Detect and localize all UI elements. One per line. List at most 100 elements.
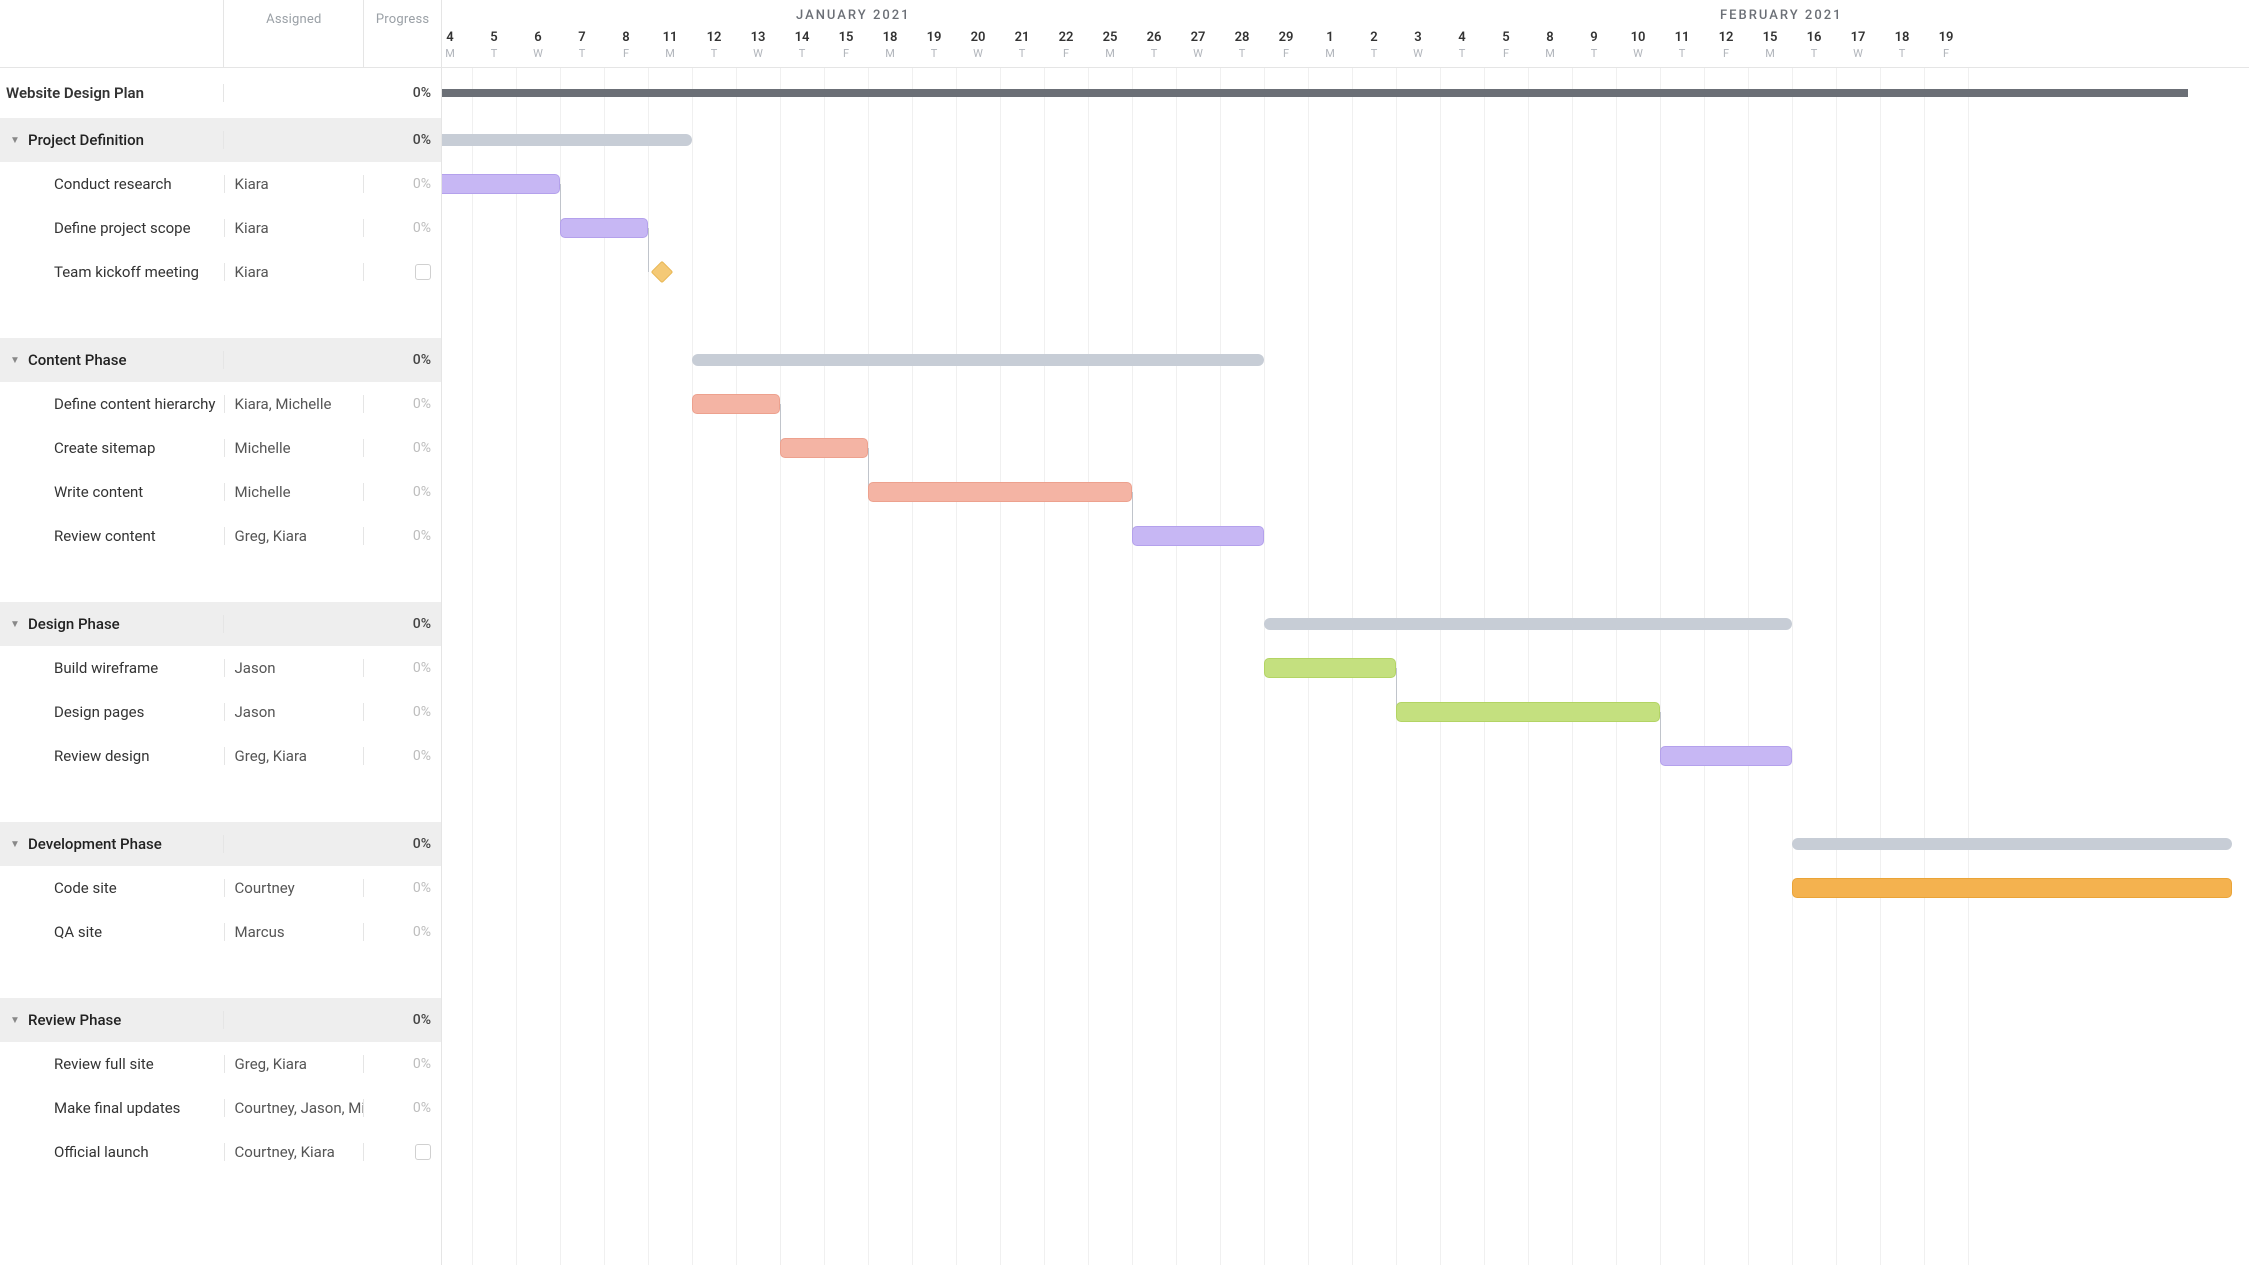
progress-cell[interactable]: 0% xyxy=(364,528,441,544)
day-of-week: W xyxy=(736,47,780,60)
progress-cell[interactable] xyxy=(364,264,441,280)
progress-cell[interactable]: 0% xyxy=(364,880,441,896)
chevron-down-icon[interactable]: ▼ xyxy=(6,135,24,146)
progress-cell[interactable]: 0% xyxy=(364,1056,441,1072)
task-bar[interactable] xyxy=(1792,878,2232,898)
progress-cell[interactable]: 0% xyxy=(364,660,441,676)
task-bar[interactable] xyxy=(692,394,780,414)
day-number: 21 xyxy=(1000,30,1044,45)
spacer-row xyxy=(0,954,441,998)
task-bar[interactable] xyxy=(1660,746,1792,766)
assigned-cell[interactable]: Marcus xyxy=(225,923,365,941)
assigned-cell[interactable]: Michelle xyxy=(225,483,365,501)
assigned-cell[interactable]: Courtney xyxy=(225,879,365,897)
task-title: Make final updates xyxy=(54,1099,180,1117)
task-row[interactable]: Build wireframeJason0% xyxy=(0,646,441,690)
assigned-cell[interactable]: Jason xyxy=(225,659,365,677)
chevron-down-icon[interactable]: ▼ xyxy=(6,1015,24,1026)
task-row[interactable]: Review content Greg, Kiara0% xyxy=(0,514,441,558)
timeline-panel[interactable]: JANUARY 2021FEBRUARY 2021 4M5T6W7T8F11M1… xyxy=(442,0,2249,1265)
day-col: 18M xyxy=(868,30,912,60)
group-row[interactable]: ▼Review Phase0% xyxy=(0,998,441,1042)
day-number: 2 xyxy=(1352,30,1396,45)
task-row[interactable]: Code siteCourtney0% xyxy=(0,866,441,910)
task-row[interactable]: Review full siteGreg, Kiara0% xyxy=(0,1042,441,1086)
assigned-cell[interactable]: Courtney, Jason, Michelle xyxy=(225,1099,365,1117)
day-number: 5 xyxy=(1484,30,1528,45)
assigned-cell[interactable]: Greg, Kiara xyxy=(225,1055,365,1073)
task-row[interactable]: Official launchCourtney, Kiara xyxy=(0,1130,441,1174)
day-of-week: M xyxy=(442,47,472,60)
day-of-week: W xyxy=(1836,47,1880,60)
day-col: 14T xyxy=(780,30,824,60)
day-col: 5F xyxy=(1484,30,1528,60)
milestone-diamond[interactable] xyxy=(651,261,674,284)
task-title: Review content xyxy=(54,527,156,545)
progress-cell[interactable]: 0% xyxy=(364,176,441,192)
task-row[interactable]: Define project scopeKiara0% xyxy=(0,206,441,250)
assigned-cell[interactable]: Michelle xyxy=(225,439,365,457)
progress-cell[interactable]: 0% xyxy=(364,440,441,456)
assigned-cell[interactable]: Kiara, Michelle xyxy=(225,395,365,413)
day-number: 4 xyxy=(1440,30,1484,45)
progress-cell: 0% xyxy=(364,132,441,148)
task-bar[interactable] xyxy=(868,482,1132,502)
task-bar[interactable] xyxy=(1396,702,1660,722)
day-number: 28 xyxy=(1220,30,1264,45)
progress-cell[interactable] xyxy=(364,1144,441,1160)
task-row[interactable]: Team kickoff meetingKiara xyxy=(0,250,441,294)
chevron-down-icon[interactable]: ▼ xyxy=(6,355,24,366)
plan-row[interactable]: Website Design Plan0% xyxy=(0,68,441,118)
assigned-cell[interactable]: Kiara xyxy=(225,175,365,193)
progress-cell[interactable]: 0% xyxy=(364,396,441,412)
task-bar[interactable] xyxy=(560,218,648,238)
chevron-down-icon[interactable]: ▼ xyxy=(6,839,24,850)
task-row[interactable]: Review designGreg, Kiara0% xyxy=(0,734,441,778)
group-title: Content Phase xyxy=(28,351,127,369)
task-bar[interactable] xyxy=(1132,526,1264,546)
task-row[interactable]: Define content hierarchyKiara, Michelle0… xyxy=(0,382,441,426)
task-bar[interactable] xyxy=(442,174,560,194)
summary-bar[interactable] xyxy=(442,89,2188,97)
progress-cell[interactable]: 0% xyxy=(364,924,441,940)
assigned-cell[interactable]: Greg, Kiara xyxy=(225,527,365,545)
milestone-checkbox[interactable] xyxy=(415,264,431,280)
summary-bar[interactable] xyxy=(1792,838,2232,850)
assigned-cell[interactable]: Courtney, Kiara xyxy=(225,1143,365,1161)
group-row[interactable]: ▼Development Phase0% xyxy=(0,822,441,866)
assigned-cell[interactable]: Kiara xyxy=(225,263,365,281)
summary-bar[interactable] xyxy=(1264,618,1792,630)
day-col: 3W xyxy=(1396,30,1440,60)
progress-cell[interactable]: 0% xyxy=(364,1100,441,1116)
spacer-row xyxy=(0,294,441,338)
chevron-down-icon[interactable]: ▼ xyxy=(6,619,24,630)
group-row[interactable]: ▼ Project Definition 0% xyxy=(0,118,441,162)
summary-bar[interactable] xyxy=(692,354,1264,366)
progress-cell[interactable]: 0% xyxy=(364,220,441,236)
task-row[interactable]: Write contentMichelle0% xyxy=(0,470,441,514)
assigned-col-header[interactable]: Assigned xyxy=(224,0,364,67)
task-bar[interactable] xyxy=(1264,658,1396,678)
summary-bar[interactable] xyxy=(442,134,692,146)
progress-col-header[interactable]: Progress xyxy=(364,0,441,67)
day-of-week: T xyxy=(1440,47,1484,60)
group-title: Project Definition xyxy=(28,131,144,149)
group-row[interactable]: ▼Design Phase0% xyxy=(0,602,441,646)
group-row[interactable]: ▼Content Phase0% xyxy=(0,338,441,382)
day-of-week: F xyxy=(1264,47,1308,60)
task-row[interactable]: Design pagesJason0% xyxy=(0,690,441,734)
milestone-checkbox[interactable] xyxy=(415,1144,431,1160)
task-row[interactable]: Create sitemapMichelle0% xyxy=(0,426,441,470)
group-title: Design Phase xyxy=(28,615,120,633)
assigned-cell[interactable]: Greg, Kiara xyxy=(225,747,365,765)
progress-cell[interactable]: 0% xyxy=(364,484,441,500)
task-row[interactable]: QA siteMarcus0% xyxy=(0,910,441,954)
progress-cell[interactable]: 0% xyxy=(364,748,441,764)
day-col: 18T xyxy=(1880,30,1924,60)
progress-cell[interactable]: 0% xyxy=(364,704,441,720)
assigned-cell[interactable]: Jason xyxy=(225,703,365,721)
assigned-cell[interactable]: Kiara xyxy=(225,219,365,237)
task-bar[interactable] xyxy=(780,438,868,458)
task-row[interactable]: Conduct researchKiara0% xyxy=(0,162,441,206)
task-row[interactable]: Make final updates Courtney, Jason, Miche… xyxy=(0,1086,441,1130)
